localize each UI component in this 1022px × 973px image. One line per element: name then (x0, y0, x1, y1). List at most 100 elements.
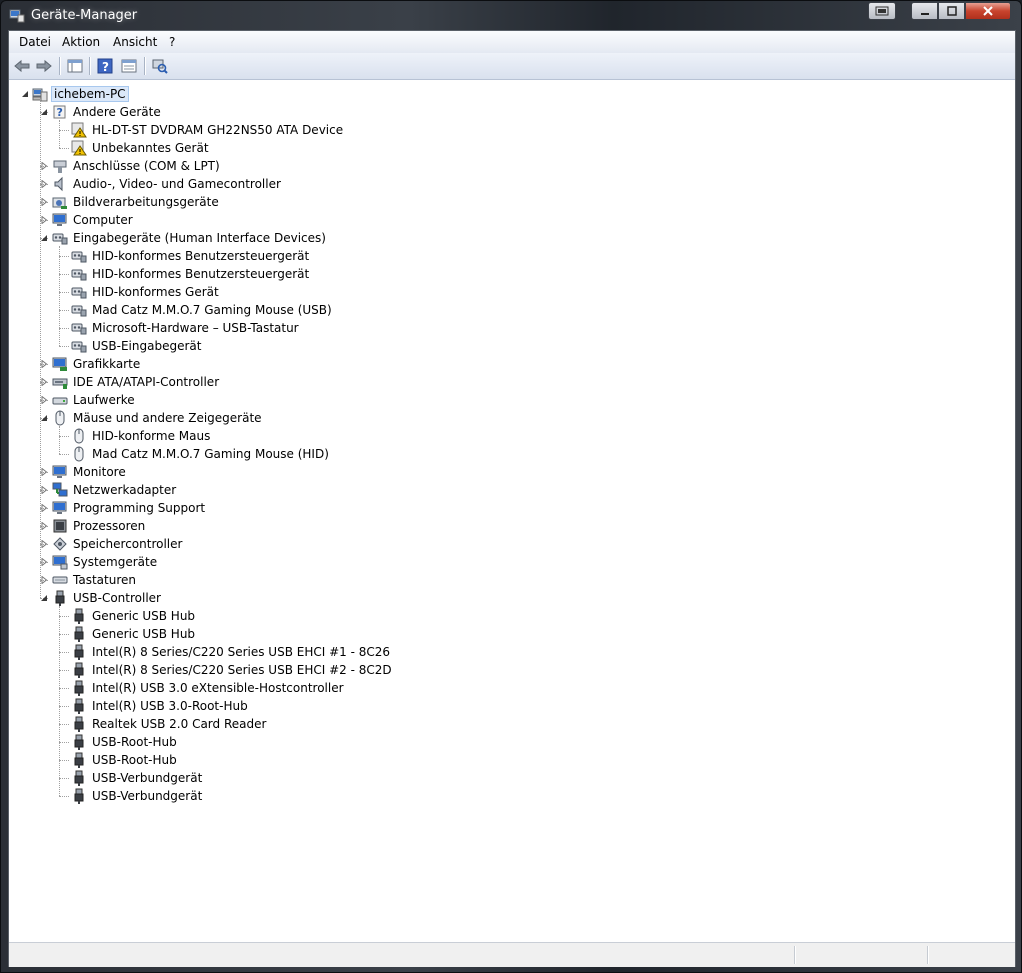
menu-help[interactable]: ? (169, 35, 175, 49)
speaker-icon (54, 176, 63, 192)
node-label: HID-konformes Benutzersteuergerät (92, 249, 310, 263)
node-label: Prozessoren (73, 519, 146, 533)
device-node[interactable]: Mad Catz M.M.O.7 Gaming Mouse (USB) (71, 301, 334, 319)
device-node[interactable]: Generic USB Hub (71, 625, 197, 643)
mouse-icon (74, 428, 84, 444)
hid-device-icon (71, 269, 87, 281)
category-node[interactable]: Programming Support (52, 499, 207, 517)
show-hide-console-tree-button[interactable] (66, 57, 84, 75)
collapse-arrow-icon[interactable] (21, 90, 29, 98)
expand-arrow-icon[interactable] (40, 467, 48, 477)
expand-arrow-icon[interactable] (40, 215, 48, 225)
help-button[interactable]: ? (96, 57, 114, 75)
back-button[interactable] (13, 57, 31, 75)
title-bar[interactable]: Geräte-Manager (1, 1, 1021, 31)
node-label: Speichercontroller (73, 537, 183, 551)
device-node[interactable]: Unbekanntes Gerät (71, 139, 211, 157)
expand-arrow-icon[interactable] (40, 197, 48, 207)
category-node[interactable]: Tastaturen (52, 571, 138, 589)
category-node[interactable]: Netzwerkadapter (52, 481, 178, 499)
usb-plug-icon (74, 752, 84, 768)
category-node[interactable]: Audio-, Video- und Gamecontroller (52, 175, 283, 193)
device-node[interactable]: HID-konformes Benutzersteuergerät (71, 247, 311, 265)
node-label: HID-konforme Maus (92, 429, 211, 443)
collapse-arrow-icon[interactable] (40, 594, 48, 602)
switch-window-button[interactable] (868, 2, 896, 20)
expand-arrow-icon[interactable] (40, 359, 48, 369)
category-node[interactable]: Monitore (52, 463, 128, 481)
node-label: Audio-, Video- und Gamecontroller (73, 177, 281, 191)
tree-connector (59, 652, 69, 653)
expand-arrow-icon[interactable] (40, 377, 48, 387)
category-node[interactable]: Speichercontroller (52, 535, 184, 553)
device-node[interactable]: Realtek USB 2.0 Card Reader (71, 715, 268, 733)
device-node[interactable]: HL-DT-ST DVDRAM GH22NS50 ATA Device (71, 121, 345, 139)
collapse-arrow-icon[interactable] (40, 108, 48, 116)
collapse-arrow-icon[interactable] (40, 414, 48, 422)
device-node[interactable]: USB-Verbundgerät (71, 787, 204, 805)
expand-arrow-icon[interactable] (40, 575, 48, 585)
device-node[interactable]: Generic USB Hub (71, 607, 197, 625)
device-node[interactable]: USB-Root-Hub (71, 751, 179, 769)
device-node[interactable]: USB-Verbundgerät (71, 769, 204, 787)
node-label: USB-Controller (73, 591, 161, 605)
forward-button[interactable] (35, 57, 53, 75)
category-node[interactable]: Prozessoren (52, 517, 147, 535)
device-node[interactable]: Intel(R) USB 3.0 eXtensible-Hostcontroll… (71, 679, 346, 697)
expand-arrow-icon[interactable] (40, 503, 48, 513)
menu-aktion[interactable]: Aktion (62, 35, 100, 49)
expand-arrow-icon[interactable] (40, 485, 48, 495)
node-label: Bildverarbeitungsgeräte (73, 195, 219, 209)
status-separator (794, 946, 795, 964)
close-button[interactable] (965, 2, 1011, 20)
device-node[interactable]: USB-Root-Hub (71, 733, 179, 751)
device-manager-window: Geräte-Manager Datei Aktion Ansicht ? ? … (0, 0, 1022, 973)
category-node[interactable]: Anschlüsse (COM & LPT) (52, 157, 222, 175)
category-node[interactable]: Laufwerke (52, 391, 137, 409)
system-device-icon (52, 555, 68, 570)
device-node[interactable]: HID-konforme Maus (71, 427, 212, 445)
scan-hardware-button[interactable] (151, 57, 169, 75)
expand-arrow-icon[interactable] (40, 395, 48, 405)
category-node[interactable]: Grafikkarte (52, 355, 142, 373)
category-node[interactable]: Mäuse und andere Zeigegeräte (52, 409, 264, 427)
device-node[interactable]: HID-konformes Gerät (71, 283, 221, 301)
device-node[interactable]: HID-konformes Benutzersteuergerät (71, 265, 311, 283)
tree-connector (59, 616, 69, 617)
tree-connector (59, 292, 69, 293)
category-node[interactable]: Systemgeräte (52, 553, 159, 571)
expand-arrow-icon[interactable] (40, 557, 48, 567)
device-node[interactable]: Intel(R) USB 3.0-Root-Hub (71, 697, 250, 715)
properties-button[interactable] (120, 57, 138, 75)
expand-arrow-icon[interactable] (40, 539, 48, 549)
maximize-button[interactable] (938, 2, 965, 20)
maximize-icon (946, 6, 957, 16)
category-node[interactable]: Eingabegeräte (Human Interface Devices) (52, 229, 328, 247)
menu-datei[interactable]: Datei (19, 35, 51, 49)
device-tree[interactable]: ichebem-PC? Andere Geräte HL-DT-ST DVDRAM … (9, 80, 1015, 942)
tree-connector (59, 148, 69, 149)
collapse-arrow-icon[interactable] (40, 234, 48, 242)
expand-arrow-icon[interactable] (40, 161, 48, 171)
category-node[interactable]: ? Andere Geräte (52, 103, 163, 121)
device-node[interactable]: USB-Eingabegerät (71, 337, 203, 355)
node-label: Tastaturen (73, 573, 136, 587)
device-node[interactable]: Intel(R) 8 Series/C220 Series USB EHCI #… (71, 661, 394, 679)
category-node[interactable]: Computer (52, 211, 135, 229)
expand-arrow-icon[interactable] (40, 521, 48, 531)
tree-connector (59, 436, 69, 437)
device-node[interactable]: Mad Catz M.M.O.7 Gaming Mouse (HID) (71, 445, 331, 463)
category-node[interactable]: Bildverarbeitungsgeräte (52, 193, 221, 211)
warning-device-icon (71, 122, 87, 138)
device-node[interactable]: Intel(R) 8 Series/C220 Series USB EHCI #… (71, 643, 392, 661)
expand-arrow-icon[interactable] (40, 179, 48, 189)
node-label: HID-konformes Gerät (92, 285, 219, 299)
category-node[interactable]: IDE ATA/ATAPI-Controller (52, 373, 221, 391)
tree-root[interactable]: ichebem-PC (32, 85, 129, 103)
properties-icon (121, 59, 137, 73)
menu-ansicht[interactable]: Ansicht (113, 35, 157, 49)
window-title: Geräte-Manager (31, 8, 138, 23)
device-node[interactable]: Microsoft-Hardware – USB-Tastatur (71, 319, 301, 337)
minimize-button[interactable] (911, 2, 938, 20)
category-node[interactable]: USB-Controller (52, 589, 163, 607)
